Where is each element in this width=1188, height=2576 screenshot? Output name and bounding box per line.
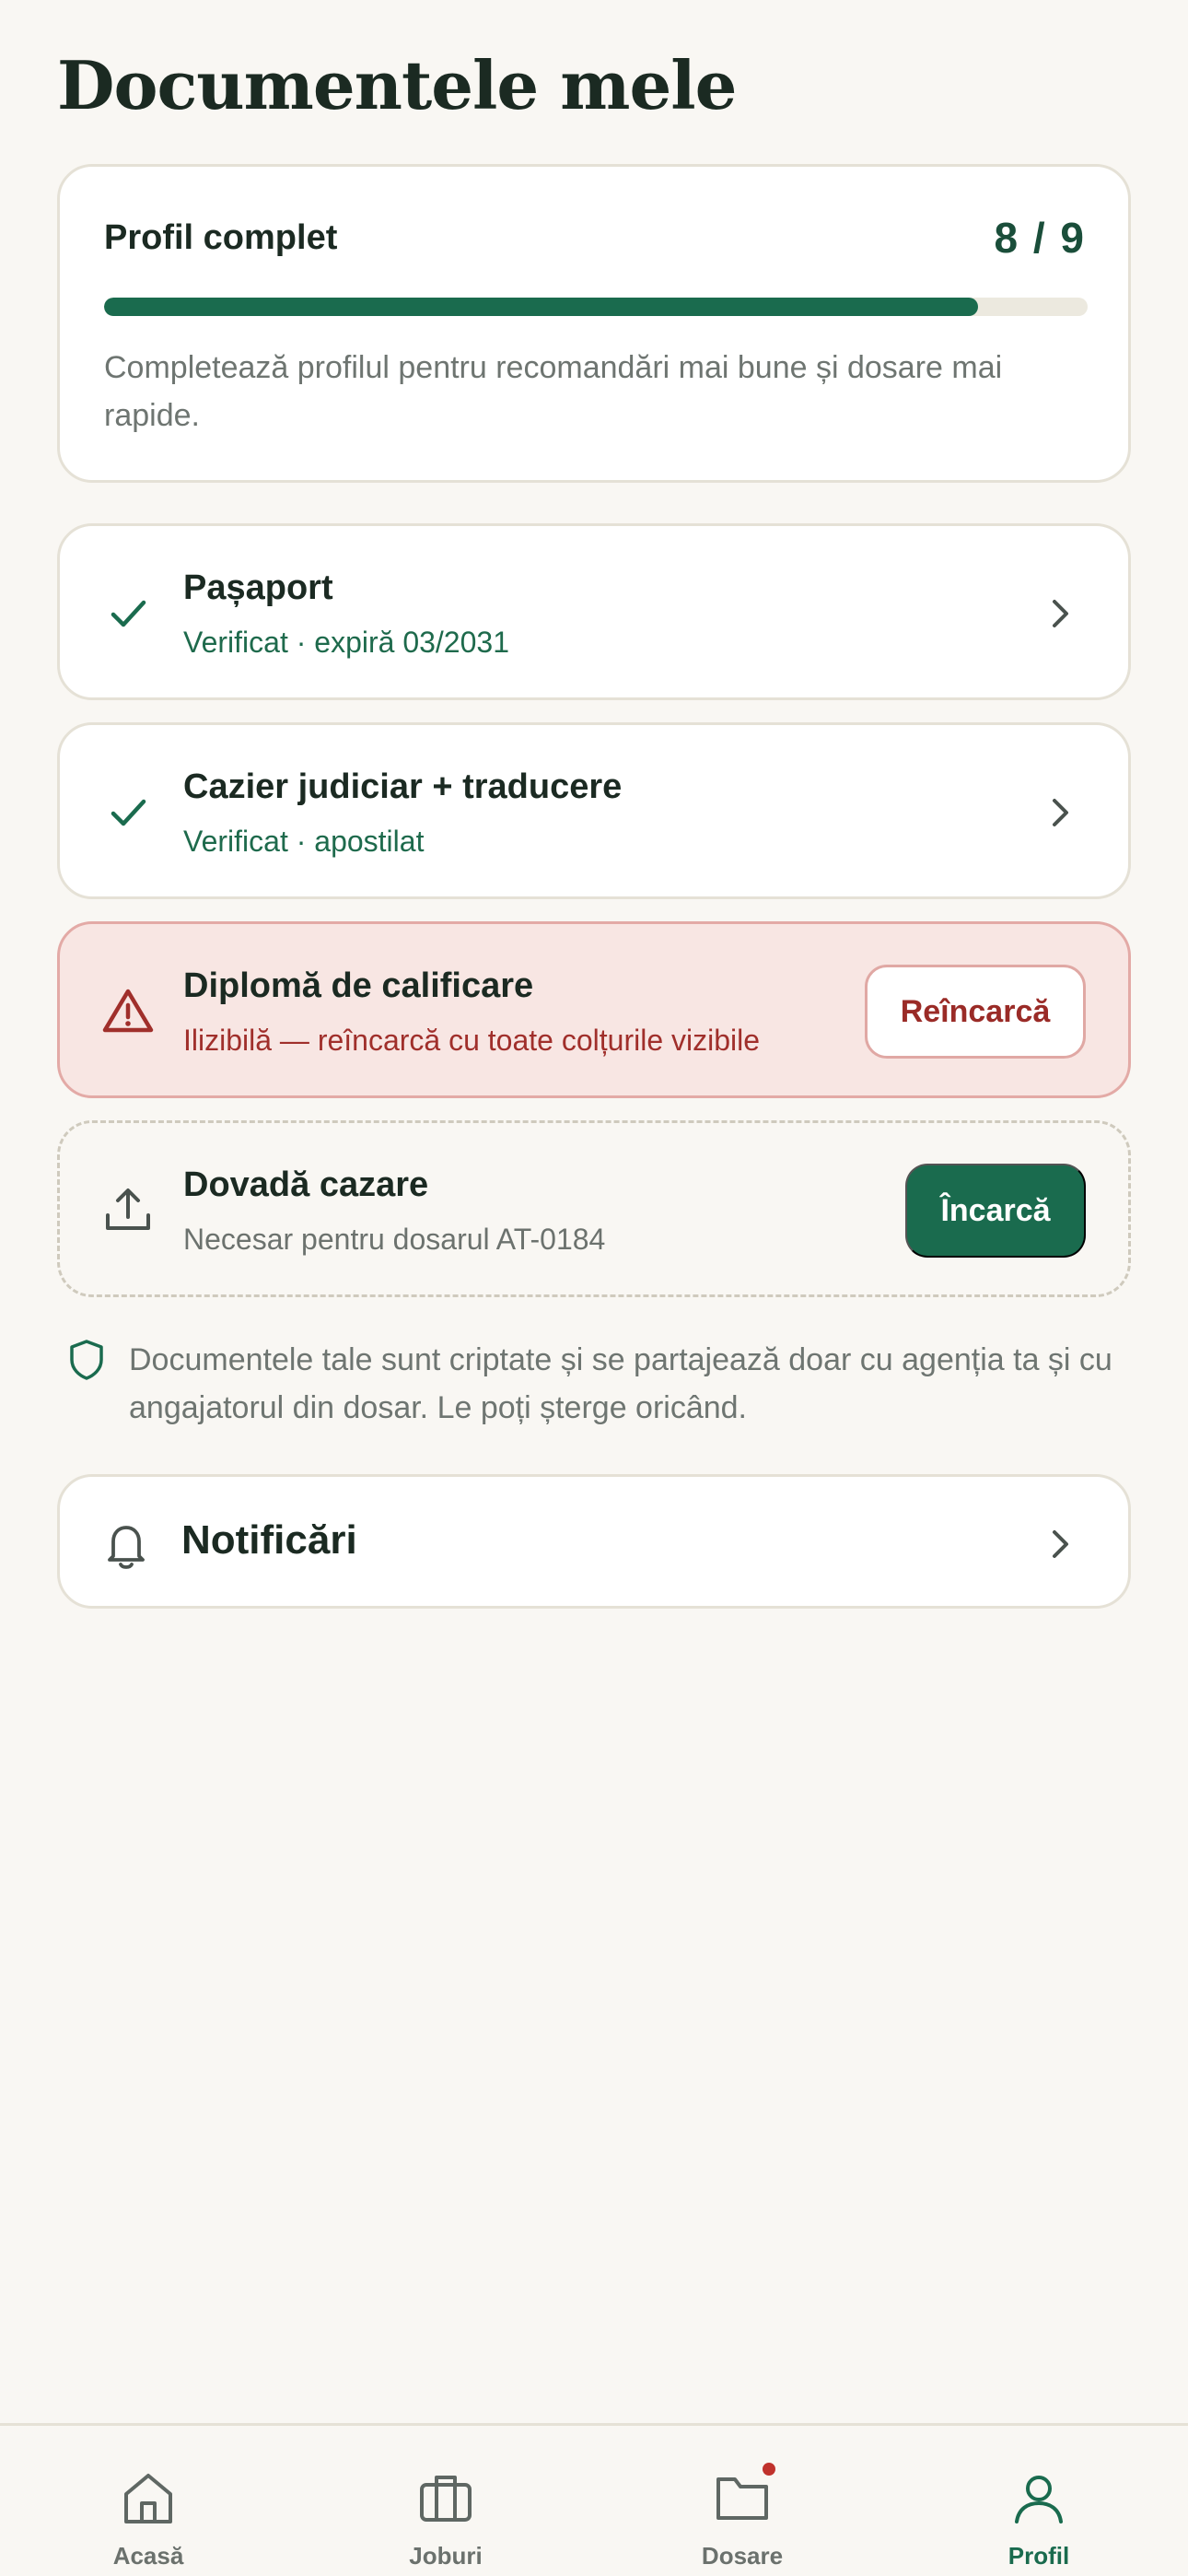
notifications-row[interactable]: Notificări bbox=[57, 1474, 1131, 1609]
privacy-note: Documentele tale sunt criptate și se par… bbox=[129, 1342, 1112, 1425]
document-title: Cazier judiciar + traducere bbox=[183, 767, 623, 806]
tab-label: Acasă bbox=[112, 2542, 184, 2570]
page-title: Documentele mele bbox=[57, 46, 737, 124]
chevron-right-icon bbox=[1053, 600, 1068, 627]
profile-progress-fill bbox=[104, 298, 979, 316]
tab-label: Joburi bbox=[409, 2542, 483, 2570]
profile-title: Profil complet bbox=[104, 218, 338, 257]
check-icon bbox=[111, 799, 146, 826]
bell-icon bbox=[108, 1526, 145, 1569]
document-row-passport[interactable]: Pașaport Verificat · expiră 03/2031 bbox=[57, 523, 1131, 700]
check-icon bbox=[111, 600, 146, 627]
briefcase-icon bbox=[420, 2476, 472, 2522]
documents-screen: Documentele mele Profil complet 8 / 9 Co… bbox=[0, 0, 1188, 2576]
reupload-button[interactable]: Reîncarcă bbox=[865, 965, 1086, 1059]
document-status: Ilizibilă — reîncarcă cu toate colțurile… bbox=[183, 1024, 761, 1057]
document-title: Dovadă cazare bbox=[183, 1165, 429, 1204]
tab-label: Dosare bbox=[701, 2542, 784, 2570]
upload-button[interactable]: Încarcă bbox=[905, 1164, 1086, 1258]
warning-icon bbox=[102, 989, 154, 1033]
document-row-diploma: Diplomă de calificare Ilizibilă — reînca… bbox=[57, 921, 1131, 1098]
notifications-label: Notificări bbox=[181, 1517, 357, 1563]
tab-home[interactable]: Acasă bbox=[56, 2426, 240, 2576]
document-title: Pașaport bbox=[183, 568, 333, 607]
profile-hint: Completează profilul pentru recomandări … bbox=[104, 350, 1003, 433]
document-status: Verificat · expiră 03/2031 bbox=[183, 626, 509, 659]
folder-icon bbox=[716, 2477, 768, 2520]
profile-completeness-card: Profil complet 8 / 9 Completează profilu… bbox=[57, 164, 1131, 483]
document-status: Necesar pentru dosarul AT-0184 bbox=[183, 1223, 606, 1256]
document-status: Verificat · apostilat bbox=[183, 825, 425, 858]
home-icon bbox=[124, 2474, 172, 2523]
notification-badge-dot bbox=[763, 2463, 775, 2476]
bottom-tab-bar: Acasă Joburi Dosare Profil bbox=[0, 2423, 1188, 2576]
document-title: Diplomă de calificare bbox=[183, 966, 534, 1005]
upload-icon bbox=[106, 1188, 150, 1230]
tab-dossiers[interactable]: Dosare bbox=[650, 2426, 834, 2576]
profile-progress-bar bbox=[104, 298, 1088, 316]
tab-label: Profil bbox=[1007, 2542, 1070, 2570]
document-row-housing-proof: Dovadă cazare Necesar pentru dosarul AT-… bbox=[57, 1120, 1131, 1297]
shield-icon bbox=[70, 1340, 103, 1380]
profile-count: 8 / 9 bbox=[994, 214, 1086, 262]
tab-jobs[interactable]: Joburi bbox=[354, 2426, 538, 2576]
user-icon bbox=[1015, 2476, 1063, 2523]
chevron-right-icon bbox=[1053, 799, 1068, 826]
tab-profile[interactable]: Profil bbox=[947, 2426, 1131, 2576]
chevron-right-icon bbox=[1053, 1530, 1068, 1558]
document-row-criminal-record[interactable]: Cazier judiciar + traducere Verificat · … bbox=[57, 722, 1131, 899]
